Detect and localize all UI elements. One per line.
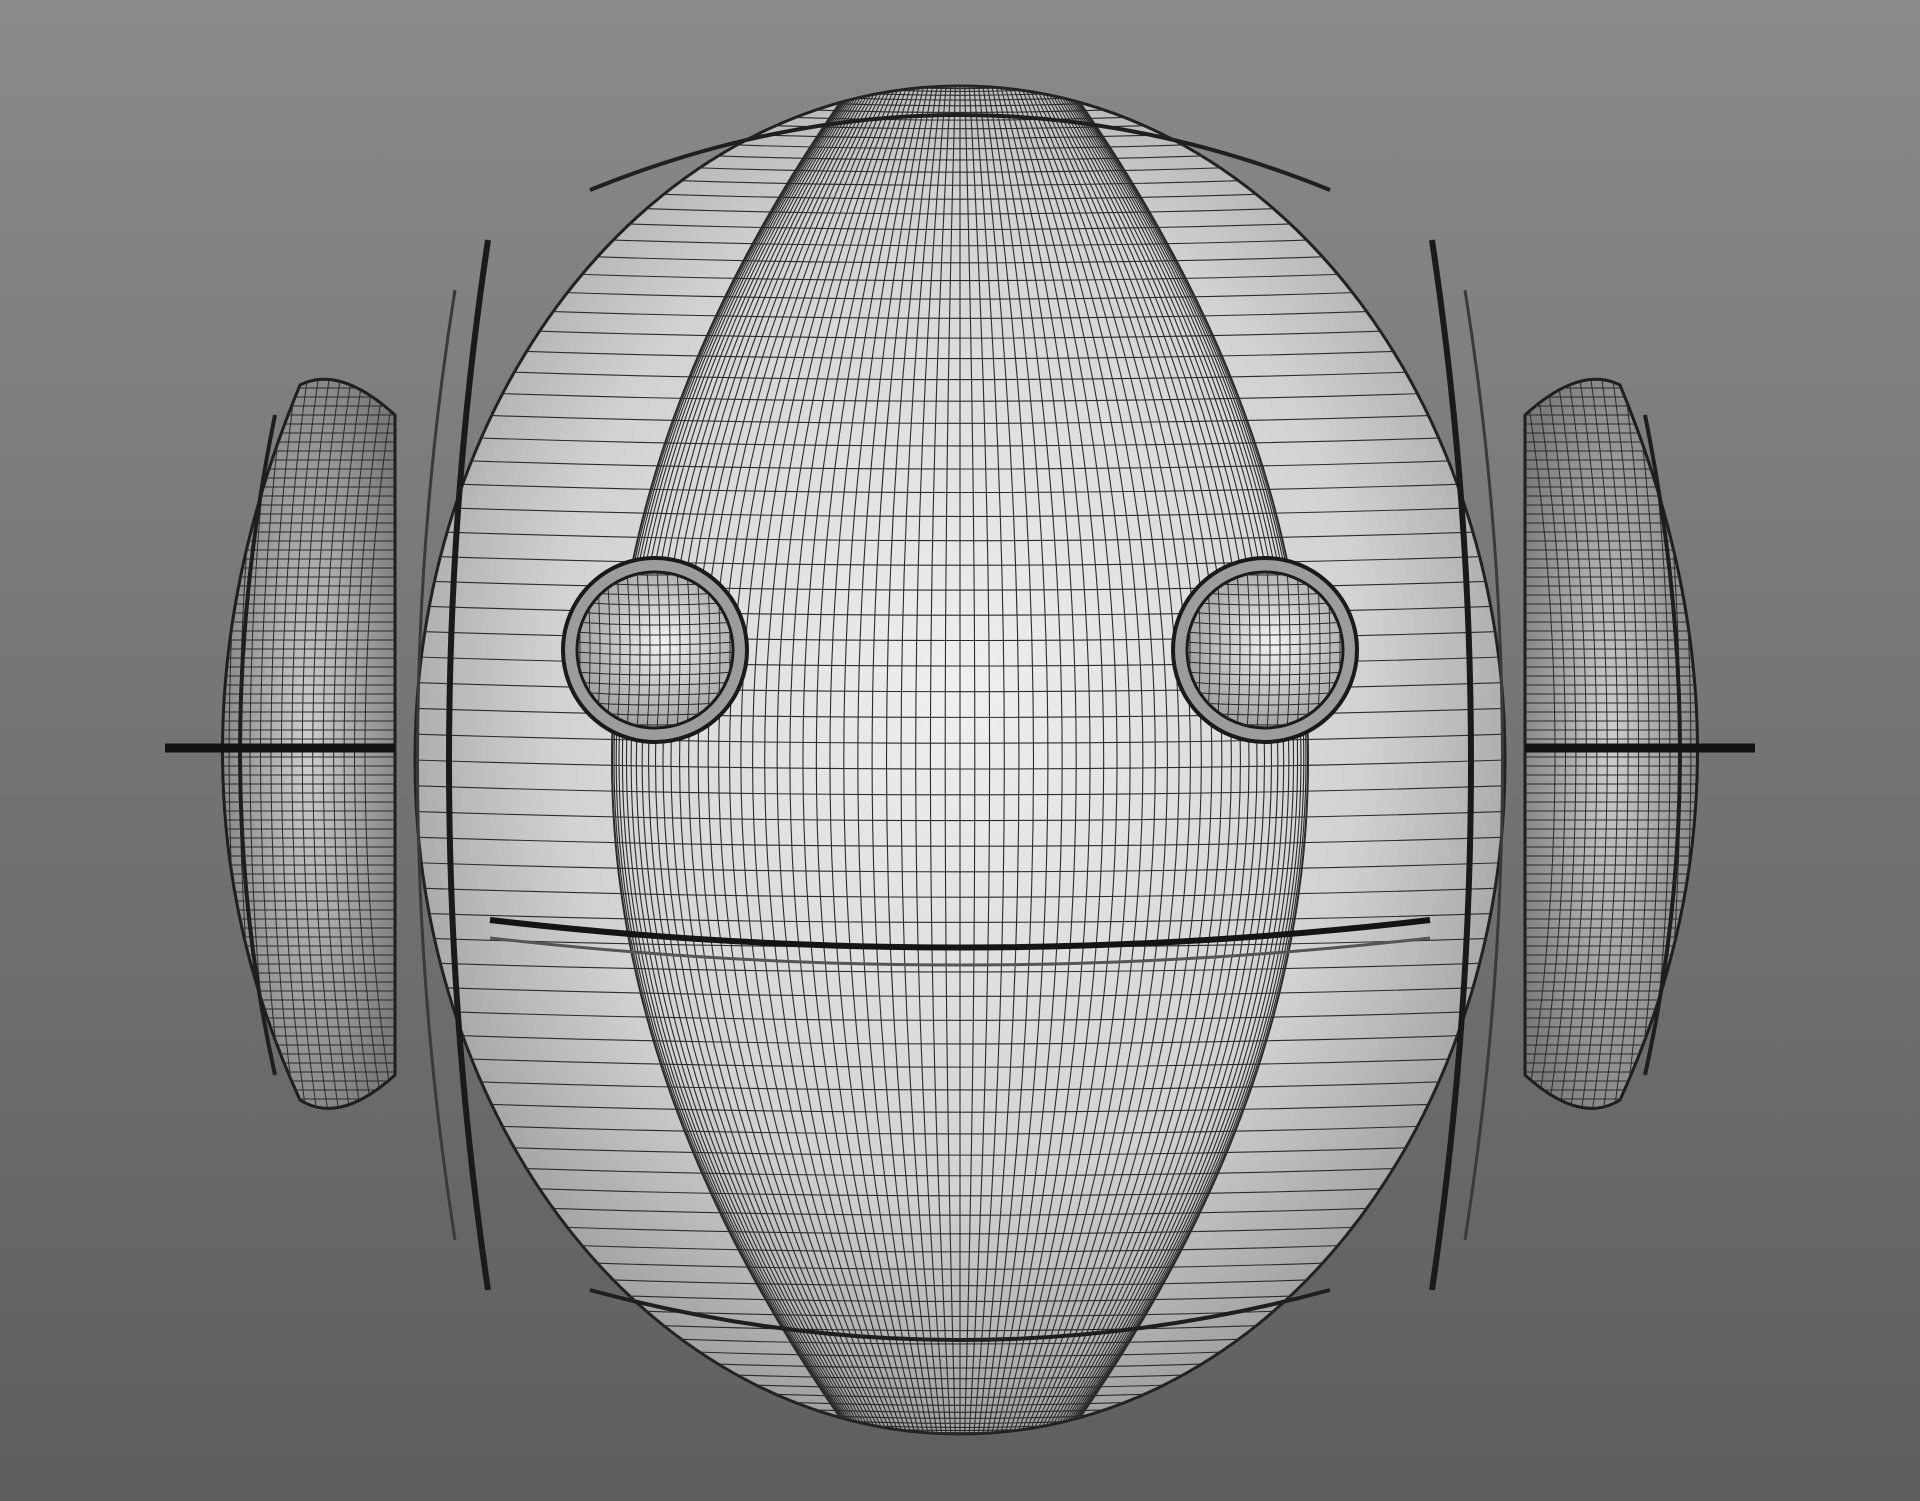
3d-viewport[interactable] [0,0,1920,1501]
sphere-head-icon [413,84,1507,1436]
eye-socket-right-icon [1171,556,1359,744]
wireframe-render [0,0,1920,1501]
eye-socket-left-icon [561,556,749,744]
